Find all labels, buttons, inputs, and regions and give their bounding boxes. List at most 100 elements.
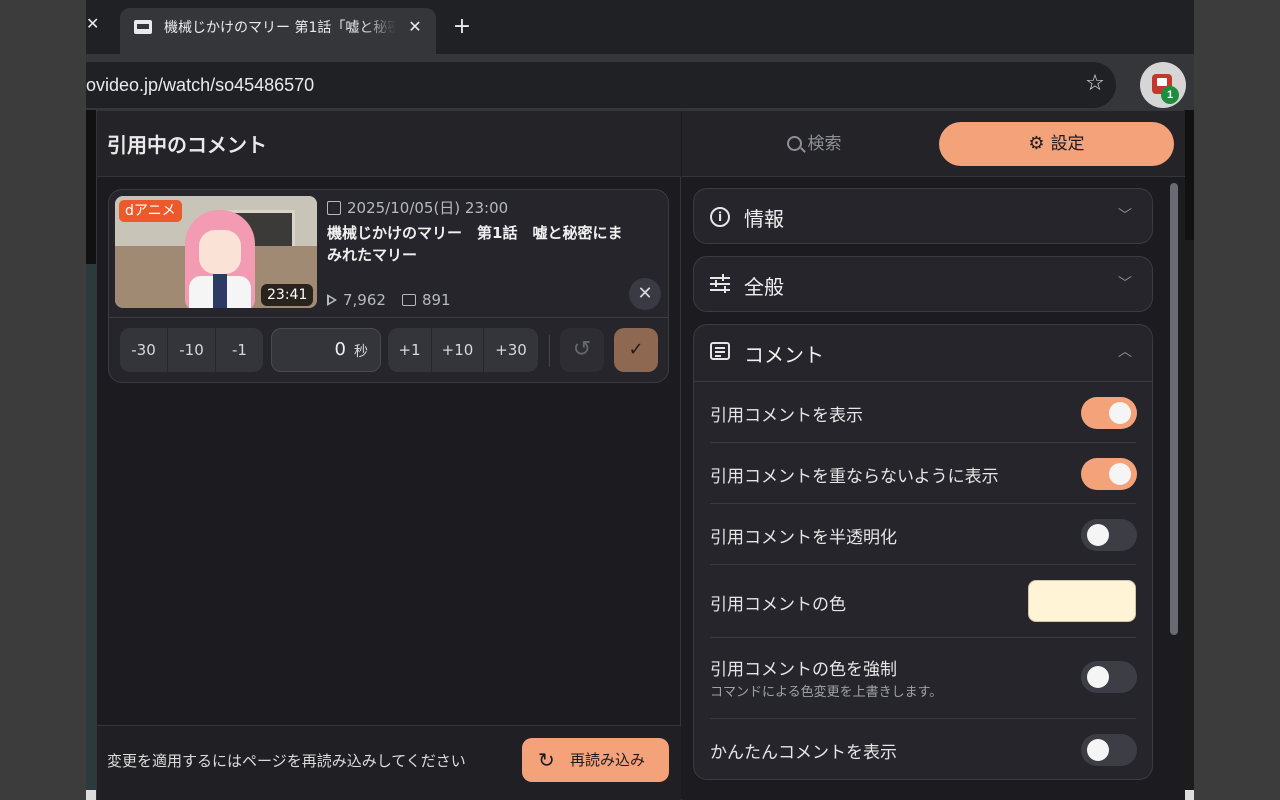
offset-seconds-input[interactable]: 0 秒 — [271, 328, 381, 372]
channel-badge: dアニメ — [119, 200, 182, 222]
comment-count-icon — [401, 294, 416, 306]
setting-label: 引用コメントの色 — [710, 595, 846, 615]
tab-settings[interactable]: ⚙ 設定 — [939, 122, 1174, 166]
bookmark-star-icon[interactable]: ☆ — [1082, 71, 1108, 97]
chevron-down-icon: ﹀ — [1118, 276, 1132, 292]
remove-video-button[interactable]: ✕ — [629, 278, 661, 310]
toggle-knob — [1087, 666, 1109, 688]
setting-label: かんたんコメントを表示 — [710, 743, 897, 763]
setting-row-show-quoted: 引用コメントを表示 — [710, 383, 1137, 443]
settings-scroll-area: i 情報 ﹀ 全般 ﹀ コメント ︿ 引用コメントを表示 引用コメントを重ならな… — [682, 178, 1185, 800]
comment-section-header[interactable]: コメント ︿ — [694, 325, 1152, 382]
reset-offset-button[interactable]: ↺ — [560, 328, 604, 372]
toggle-knob — [1087, 524, 1109, 546]
video-title[interactable]: 機械じかけのマリー 第1話 嘘と秘密にまみれたマリー — [327, 222, 627, 266]
video-duration: 23:41 — [261, 284, 314, 306]
thumb-character-face — [199, 230, 241, 274]
offset-minus-group: -30 -10 -1 — [120, 328, 263, 372]
reload-label: 再読み込み — [570, 751, 646, 769]
reload-button[interactable]: ↻ 再読み込み — [522, 738, 669, 782]
tab-close-icon[interactable]: ✕ — [404, 16, 426, 38]
sliders-icon — [710, 274, 730, 294]
general-section: 全般 ﹀ — [693, 256, 1153, 312]
quoted-comments-pane: 引用中のコメント dアニメ 23:41 2025/10/05(日) 23:00 … — [97, 111, 681, 800]
info-section-label: 情報 — [744, 207, 784, 231]
video-card: dアニメ 23:41 2025/10/05(日) 23:00 機械じかけのマリー… — [108, 189, 669, 383]
tab-settings-label: 設定 — [1050, 134, 1085, 154]
reload-icon: ↻ — [538, 748, 555, 772]
offset-minus-10-button[interactable]: -10 — [168, 328, 216, 372]
address-bar[interactable]: ovideo.jp/watch/so45486570 ☆ — [86, 62, 1116, 108]
offset-unit: 秒 — [354, 344, 368, 360]
toggle-knob — [1087, 739, 1109, 761]
info-icon: i — [710, 206, 730, 227]
translucent-toggle[interactable] — [1081, 519, 1137, 551]
force-color-toggle[interactable] — [1081, 661, 1137, 693]
thumb-character-tie — [213, 274, 227, 308]
apply-offset-button[interactable]: ✓ — [614, 328, 658, 372]
settings-pane: 検索 ⚙ 設定 i 情報 ﹀ 全般 ﹀ コメント ︿ 引用コメントを表示 引用コ… — [682, 111, 1185, 800]
toggle-knob — [1109, 402, 1131, 424]
play-icon — [327, 294, 337, 306]
offset-plus-1-button[interactable]: +1 — [388, 328, 432, 372]
setting-label: 引用コメントの色を強制 — [710, 660, 897, 680]
extension-button[interactable]: 1 — [1140, 62, 1186, 108]
setting-row-color: 引用コメントの色 — [710, 566, 1136, 638]
extension-popup: 引用中のコメント dアニメ 23:41 2025/10/05(日) 23:00 … — [96, 110, 1185, 800]
tab-bar: ✕ 機械じかけのマリー 第1話「嘘と秘密にまみれたマリー」 ✕ + — [86, 0, 1194, 54]
message-icon — [710, 342, 730, 362]
info-section-header[interactable]: i 情報 ﹀ — [694, 189, 1152, 243]
comment-section: コメント ︿ 引用コメントを表示 引用コメントを重ならないように表示 引用コメン… — [693, 324, 1153, 780]
setting-row-no-overlap: 引用コメントを重ならないように表示 — [710, 444, 1137, 504]
url-text[interactable]: ovideo.jp/watch/so45486570 — [86, 75, 314, 96]
setting-row-translucent: 引用コメントを半透明化 — [710, 505, 1137, 565]
offset-value[interactable]: 0 — [335, 339, 346, 360]
left-pane-footer: 変更を適用するにはページを再読み込みしてください ↻ 再読み込み — [97, 725, 681, 800]
active-tab[interactable]: 機械じかけのマリー 第1話「嘘と秘密にまみれたマリー」 ✕ — [120, 8, 436, 54]
setting-label: 引用コメントを表示 — [710, 406, 863, 426]
setting-row-force-color: 引用コメントの色を強制 コマンドによる色変更を上書きします。 — [710, 639, 1137, 719]
previous-tab-close-icon[interactable]: ✕ — [86, 14, 99, 38]
right-pane-header: 検索 ⚙ 設定 — [682, 111, 1185, 177]
chevron-down-icon: ﹀ — [1118, 208, 1132, 224]
info-section: i 情報 ﹀ — [693, 188, 1153, 244]
offset-plus-group: +1 +10 +30 — [388, 328, 538, 372]
card-divider — [109, 317, 668, 318]
tab-search-label: 検索 — [807, 134, 842, 154]
offset-minus-30-button[interactable]: -30 — [120, 328, 168, 372]
reload-notice: 変更を適用するにはページを再読み込みしてください — [107, 752, 466, 770]
general-section-header[interactable]: 全般 ﹀ — [694, 257, 1152, 311]
extension-badge: 1 — [1161, 86, 1179, 104]
setting-label: 引用コメントを半透明化 — [710, 528, 897, 548]
video-date-text: 2025/10/05(日) 23:00 — [347, 199, 509, 217]
video-thumbnail[interactable]: dアニメ 23:41 — [115, 196, 317, 308]
show-quoted-toggle[interactable] — [1081, 397, 1137, 429]
panel-title: 引用中のコメント — [107, 133, 267, 157]
chevron-up-icon: ︿ — [1118, 344, 1132, 360]
new-tab-button[interactable]: + — [450, 14, 474, 40]
easy-comment-toggle[interactable] — [1081, 734, 1137, 766]
desktop-background-right — [1194, 0, 1280, 800]
no-overlap-toggle[interactable] — [1081, 458, 1137, 490]
gear-icon: ⚙ — [1028, 133, 1045, 154]
left-pane-header: 引用中のコメント — [97, 111, 681, 177]
calendar-icon — [327, 201, 341, 215]
comment-section-label: コメント — [744, 343, 824, 367]
comment-count: 891 — [421, 291, 451, 309]
general-section-label: 全般 — [744, 275, 784, 299]
offset-plus-10-button[interactable]: +10 — [432, 328, 484, 372]
toggle-knob — [1109, 463, 1131, 485]
controls-divider — [549, 335, 550, 367]
offset-plus-30-button[interactable]: +30 — [484, 328, 538, 372]
video-date: 2025/10/05(日) 23:00 — [327, 198, 508, 218]
offset-minus-1-button[interactable]: -1 — [216, 328, 263, 372]
comment-color-picker[interactable] — [1028, 580, 1136, 622]
tab-search[interactable]: 検索 — [696, 122, 932, 166]
niconico-favicon-icon — [134, 20, 152, 34]
video-stats: 7,962 891 — [327, 290, 451, 310]
tab-title: 機械じかけのマリー 第1話「嘘と秘密にまみれたマリー」 — [164, 20, 396, 36]
setting-row-easy-comment: かんたんコメントを表示 — [710, 720, 1137, 780]
setting-label: 引用コメントを重ならないように表示 — [710, 467, 999, 487]
settings-scrollbar-thumb[interactable] — [1170, 183, 1178, 635]
search-icon — [786, 136, 802, 151]
